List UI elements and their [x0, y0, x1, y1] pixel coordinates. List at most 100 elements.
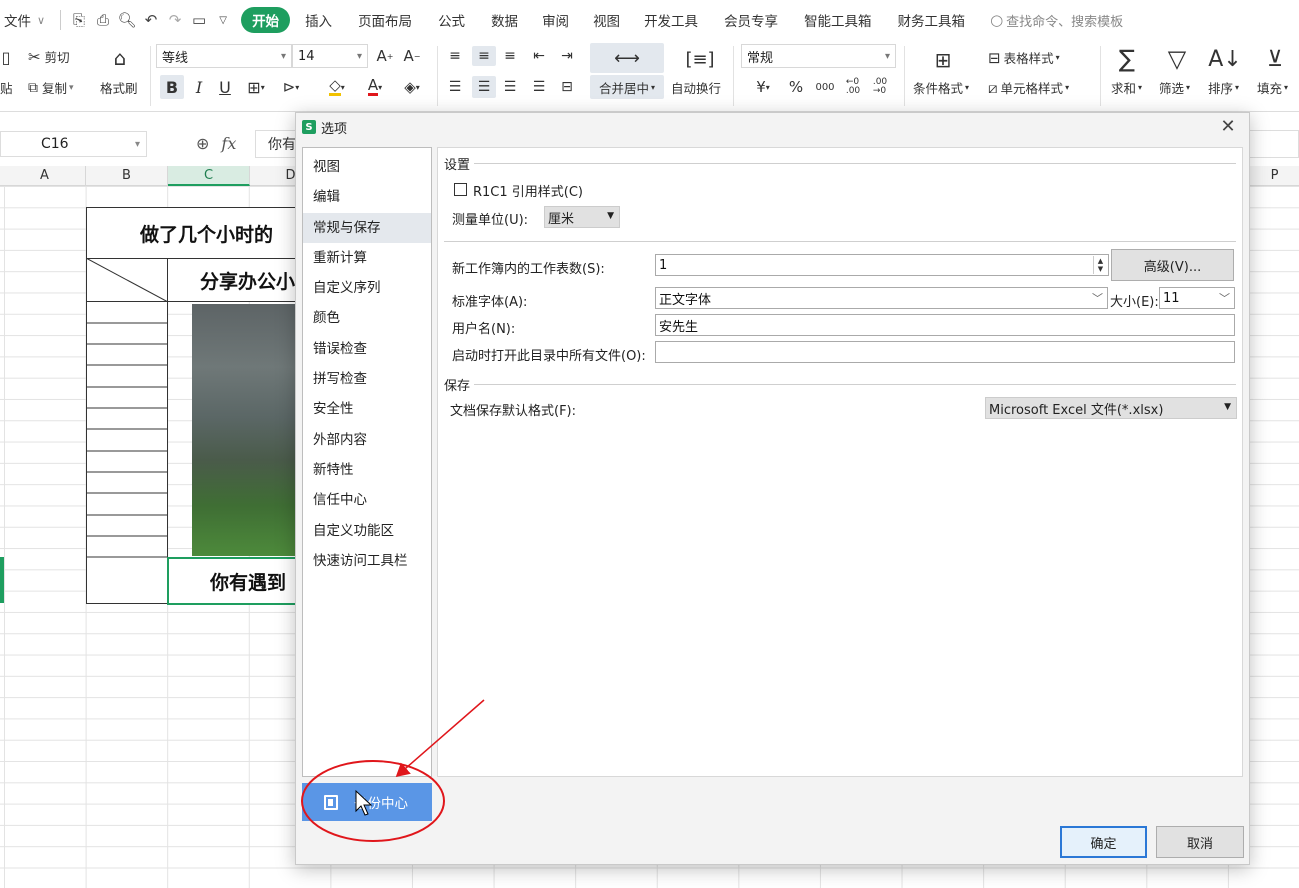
- filter-button[interactable]: 筛选 ▾: [1159, 78, 1190, 97]
- save-as-icon[interactable]: ▭: [188, 9, 210, 31]
- nav-item-quick-access[interactable]: 快速访问工具栏: [303, 546, 431, 576]
- column-header-b[interactable]: B: [86, 166, 168, 186]
- copy-button[interactable]: ⧉ 复制 ▾: [28, 78, 74, 97]
- nav-item-color[interactable]: 颜色: [303, 303, 431, 333]
- tab-review[interactable]: 审阅: [533, 7, 578, 33]
- tab-member[interactable]: 会员专享: [715, 7, 787, 33]
- tab-insert[interactable]: 插入: [296, 7, 341, 33]
- format-painter-icon[interactable]: ⌂: [108, 44, 132, 72]
- table-style-button[interactable]: ⊟ 表格样式 ▾: [988, 48, 1060, 67]
- advanced-button[interactable]: 高级(V)...: [1111, 249, 1234, 281]
- align-right-icon[interactable]: ☰: [500, 76, 520, 98]
- indent-increase-icon[interactable]: ⇥: [556, 46, 578, 66]
- nav-item-error-check[interactable]: 错误检查: [303, 334, 431, 364]
- file-menu[interactable]: 文件 ∨: [0, 7, 54, 33]
- paste-button[interactable]: 贴: [0, 78, 13, 97]
- close-icon[interactable]: ✕: [1217, 115, 1239, 137]
- border-icon[interactable]: ⊞ ▾: [241, 75, 271, 99]
- tab-smart-toolbox[interactable]: 智能工具箱: [795, 7, 881, 33]
- nav-item-trust-center[interactable]: 信任中心: [303, 485, 431, 515]
- number-format-select[interactable]: 常规 ▾: [741, 44, 896, 68]
- sum-icon[interactable]: ∑: [1112, 44, 1142, 74]
- cancel-button[interactable]: 取消: [1156, 826, 1244, 858]
- currency-icon[interactable]: ¥ ▾: [748, 76, 778, 98]
- merge-center-button[interactable]: 合并居中 ▾: [590, 75, 664, 99]
- wrap-text-button[interactable]: 自动换行: [671, 78, 721, 97]
- column-header-a[interactable]: A: [4, 166, 86, 186]
- column-header-p[interactable]: P: [1250, 166, 1299, 186]
- font-size-select-dialog[interactable]: 11 ﹀: [1159, 287, 1235, 309]
- command-search[interactable]: ○ 查找命令、搜索模板: [990, 11, 1123, 30]
- print-icon[interactable]: ⎙: [92, 9, 114, 31]
- undo-icon[interactable]: ↶: [140, 9, 162, 31]
- nav-item-custom-list[interactable]: 自定义序列: [303, 273, 431, 303]
- fill-down-icon[interactable]: ⊻: [1260, 44, 1290, 74]
- align-top-icon[interactable]: ≡: [445, 46, 465, 66]
- font-color-icon[interactable]: A ▾: [359, 75, 391, 99]
- wrap-text-icon[interactable]: [≡]: [685, 45, 714, 73]
- tab-home[interactable]: 开始: [241, 7, 291, 33]
- cell-type-icon[interactable]: ⊳ ▾: [275, 75, 307, 99]
- print-preview-icon[interactable]: 🔍︎: [116, 9, 138, 31]
- nav-item-recalc[interactable]: 重新计算: [303, 243, 431, 273]
- r1c1-checkbox[interactable]: [454, 183, 467, 196]
- save-format-select[interactable]: Microsoft Excel 文件(*.xlsx) ▼: [985, 397, 1237, 419]
- nav-item-spell-check[interactable]: 拼写检查: [303, 364, 431, 394]
- thousands-icon[interactable]: 000: [812, 76, 838, 98]
- decrease-decimal-icon[interactable]: .00 →0: [869, 76, 891, 98]
- justify-icon[interactable]: ☰: [528, 76, 550, 98]
- fill-color-icon[interactable]: ◇ ▾: [321, 75, 353, 99]
- ok-button[interactable]: 确定: [1060, 826, 1147, 858]
- startup-folder-input[interactable]: [655, 341, 1235, 363]
- font-name-select[interactable]: 等线 ▾: [156, 44, 292, 68]
- sum-button[interactable]: 求和 ▾: [1111, 78, 1142, 97]
- customize-qa-icon[interactable]: ▽: [212, 9, 234, 31]
- sort-button[interactable]: 排序 ▾: [1208, 78, 1239, 97]
- fill-button[interactable]: 填充 ▾: [1257, 78, 1288, 97]
- tab-view[interactable]: 视图: [584, 7, 629, 33]
- decrease-font-icon[interactable]: A −: [401, 46, 423, 66]
- distributed-icon[interactable]: ⊟: [556, 76, 578, 98]
- nav-item-edit[interactable]: 编辑: [303, 182, 431, 212]
- sort-icon[interactable]: A↓: [1208, 44, 1241, 74]
- sheets-count-input[interactable]: 1 ▲ ▼: [655, 254, 1109, 276]
- nav-item-customize-ribbon[interactable]: 自定义功能区: [303, 516, 431, 546]
- tab-finance-toolbox[interactable]: 财务工具箱: [889, 7, 975, 33]
- standard-font-select[interactable]: 正文字体 ﹀: [655, 287, 1108, 309]
- increase-font-icon[interactable]: A +: [374, 46, 396, 66]
- save-icon[interactable]: ⎘: [68, 9, 90, 31]
- nav-item-security[interactable]: 安全性: [303, 394, 431, 424]
- fx-icon[interactable]: fx: [221, 134, 236, 153]
- nav-item-external-content[interactable]: 外部内容: [303, 425, 431, 455]
- spinner-icon[interactable]: ▲ ▼: [1093, 256, 1107, 274]
- align-left-icon[interactable]: ☰: [445, 76, 465, 98]
- zoom-icon[interactable]: ⊕: [196, 134, 209, 153]
- paste-icon[interactable]: ▯: [0, 46, 12, 68]
- nav-item-general-save[interactable]: 常规与保存: [303, 212, 431, 243]
- underline-icon[interactable]: U: [214, 75, 236, 99]
- tab-formulas[interactable]: 公式: [429, 7, 474, 33]
- percent-icon[interactable]: %: [785, 76, 807, 98]
- cut-button[interactable]: ✂ 剪切: [28, 47, 70, 66]
- italic-icon[interactable]: I: [188, 75, 210, 99]
- nav-item-new-features[interactable]: 新特性: [303, 455, 431, 485]
- embedded-photo[interactable]: [192, 304, 296, 556]
- align-center-icon[interactable]: ☰: [472, 76, 496, 98]
- redo-icon[interactable]: ↷: [164, 9, 186, 31]
- conditional-format-icon[interactable]: ⊞: [928, 46, 958, 74]
- format-painter-button[interactable]: 格式刷: [100, 78, 138, 97]
- bold-icon[interactable]: B: [160, 75, 184, 99]
- filter-icon[interactable]: ▽: [1162, 44, 1192, 74]
- align-middle-icon[interactable]: ≡: [472, 46, 496, 66]
- align-bottom-icon[interactable]: ≡: [500, 46, 520, 66]
- tab-data[interactable]: 数据: [482, 7, 527, 33]
- conditional-format-button[interactable]: 条件格式 ▾: [913, 78, 969, 97]
- increase-decimal-icon[interactable]: ←0.00: [842, 76, 864, 98]
- tab-page-layout[interactable]: 页面布局: [349, 7, 421, 33]
- font-size-select[interactable]: 14 ▾: [292, 44, 368, 68]
- nav-item-view[interactable]: 视图: [303, 152, 431, 182]
- column-header-c[interactable]: C: [168, 166, 250, 186]
- tab-developer[interactable]: 开发工具: [635, 7, 707, 33]
- name-box[interactable]: C16 ▾: [0, 131, 147, 157]
- unit-select[interactable]: 厘米 ▼: [544, 206, 620, 228]
